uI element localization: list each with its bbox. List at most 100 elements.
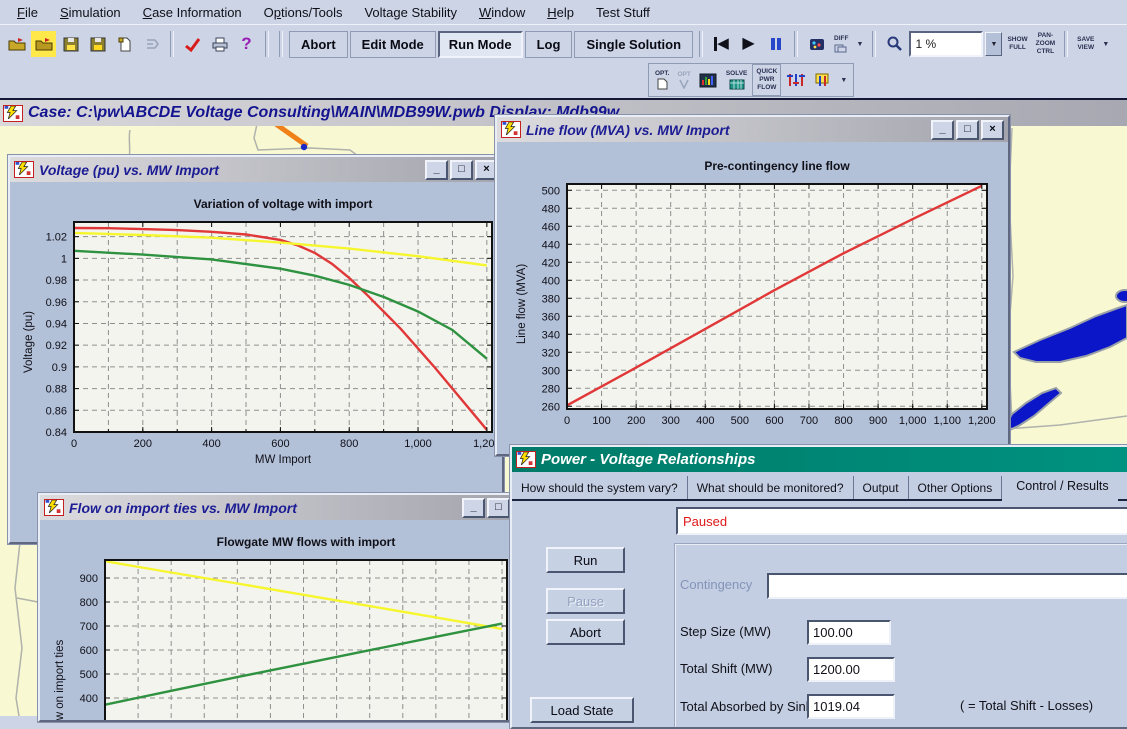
menu-voltage-stability[interactable]: Voltage Stability <box>353 2 468 23</box>
svg-text:200: 200 <box>134 438 152 450</box>
svg-text:500: 500 <box>542 185 560 197</box>
separator <box>170 31 174 57</box>
menu-options-tools[interactable]: Options/Tools <box>253 2 354 23</box>
save-view-button[interactable]: SAVE VIEW <box>1074 30 1097 58</box>
zoom-tool-button[interactable] <box>882 31 907 57</box>
svg-text:0: 0 <box>564 415 570 427</box>
abort-button[interactable]: Abort <box>546 619 625 645</box>
maximize-button[interactable]: □ <box>450 160 473 180</box>
bus-ties-button[interactable] <box>783 67 808 93</box>
menu-window[interactable]: Window <box>468 2 536 23</box>
stats-display-button[interactable] <box>696 67 721 93</box>
voltage-titlebar[interactable]: Voltage (pu) vs. MW Import _ □ × <box>10 157 502 182</box>
tab-what-should-be-monitored-[interactable]: What should be monitored? <box>688 476 854 499</box>
validate-check-button[interactable] <box>180 31 205 57</box>
svg-text:Variation of voltage with impo: Variation of voltage with import <box>194 197 373 211</box>
run-button[interactable]: Run <box>546 547 625 573</box>
lake-small <box>1116 290 1127 302</box>
svg-text:1,200: 1,200 <box>968 415 996 427</box>
run-mode-button[interactable]: Run Mode <box>438 31 523 58</box>
step-size-field[interactable]: 100.00 <box>807 620 891 645</box>
save-case-button[interactable] <box>58 31 83 57</box>
pause-button[interactable]: Pause <box>546 588 625 614</box>
absorbed-note: ( = Total Shift - Losses) <box>960 698 1093 713</box>
tab-how-should-the-system-vary-[interactable]: How should the system vary? <box>512 476 688 499</box>
run-status-text: Paused <box>683 514 727 529</box>
solve-label: SOLVE <box>726 70 748 78</box>
svg-text:400: 400 <box>542 275 560 287</box>
new-oneline-button[interactable] <box>112 31 137 57</box>
show-full-button[interactable]: SHOW FULL <box>1004 30 1030 58</box>
svg-text:200: 200 <box>627 415 645 427</box>
abort-button[interactable]: Abort <box>289 31 348 58</box>
svg-text:1,000: 1,000 <box>404 438 432 450</box>
maximize-button[interactable]: □ <box>487 498 510 518</box>
svg-text:700: 700 <box>800 415 818 427</box>
tab-other-options[interactable]: Other Options <box>909 476 1003 499</box>
zoom-level-combobox[interactable]: 1 % <box>909 31 983 57</box>
maximize-button[interactable]: □ <box>956 120 979 140</box>
log-button[interactable]: Log <box>525 31 573 58</box>
menu-test-stuff[interactable]: Test Stuff <box>585 2 661 23</box>
pv-titlebar[interactable]: Power - Voltage Relationships <box>512 447 1127 472</box>
svg-text:500: 500 <box>80 669 98 681</box>
bus-highlight-button[interactable] <box>810 67 835 93</box>
pause-button[interactable] <box>763 31 788 57</box>
island-dropdown-arrow[interactable]: ▼ <box>837 77 850 84</box>
step-back-button[interactable]: ◀ <box>709 31 734 57</box>
options-alt-button[interactable]: OPT <box>674 66 693 94</box>
open-oneline-button[interactable] <box>31 31 56 57</box>
open-case-button[interactable] <box>4 31 29 57</box>
edit-mode-button[interactable]: Edit Mode <box>350 31 436 58</box>
svg-text:Flowgate MW flows with import: Flowgate MW flows with import <box>217 535 396 549</box>
save-view-dropdown-arrow[interactable]: ▼ <box>1099 41 1112 48</box>
separator <box>794 31 798 57</box>
pv-relationships-window: Power - Voltage Relationships How should… <box>510 445 1127 729</box>
opt-alt-label: OPT <box>677 71 690 79</box>
load-state-button[interactable]: Load State <box>530 697 634 723</box>
menu-help[interactable]: Help <box>536 2 585 23</box>
tab-output[interactable]: Output <box>854 476 909 499</box>
diff-flows-button[interactable]: DIFF <box>831 30 851 58</box>
zoom-level-dropdown-button[interactable]: ▼ <box>985 32 1002 56</box>
pan-zoom-ctrl-button[interactable]: PAN- ZOOM CTRL <box>1033 30 1059 58</box>
minimize-button[interactable]: _ <box>425 160 448 180</box>
play-button[interactable]: ▶ <box>736 31 761 57</box>
save-oneline-button[interactable] <box>85 31 110 57</box>
svg-text:800: 800 <box>834 415 852 427</box>
close-button[interactable]: × <box>981 120 1004 140</box>
quick-power-flow-button[interactable]: QUICK PWR FLOW <box>752 64 781 96</box>
lineflow-titlebar[interactable]: Line flow (MVA) vs. MW Import _ □ × <box>497 117 1008 142</box>
solve-button[interactable]: SOLVE <box>723 66 751 94</box>
svg-text:1,100: 1,100 <box>933 415 961 427</box>
zoom-level-value: 1 % <box>915 37 936 51</box>
diff-dropdown-arrow[interactable]: ▼ <box>854 41 867 48</box>
menu-case-information[interactable]: Case Information <box>132 2 253 23</box>
menu-file[interactable]: File <box>6 2 49 23</box>
svg-text:0.86: 0.86 <box>46 405 67 417</box>
minimize-button[interactable]: _ <box>462 498 485 518</box>
tab-control-results[interactable]: Control / Results <box>1002 474 1117 501</box>
svg-text:0.92: 0.92 <box>46 340 67 352</box>
single-solution-button[interactable]: Single Solution <box>574 31 693 58</box>
total-shift-field[interactable]: 1200.00 <box>807 657 895 682</box>
svg-text:1.02: 1.02 <box>46 232 67 244</box>
minimize-button[interactable]: _ <box>931 120 954 140</box>
contingency-field[interactable] <box>767 573 1127 599</box>
menu-simulation[interactable]: Simulation <box>49 2 132 23</box>
options-button[interactable]: OPT. <box>652 66 672 94</box>
flow-titlebar[interactable]: Flow on import ties vs. MW Import _ □ <box>40 495 514 520</box>
separator <box>699 31 703 57</box>
bus-dot <box>301 144 307 150</box>
help-button[interactable]: ? <box>234 31 259 57</box>
script-run-button[interactable] <box>804 31 829 57</box>
total-absorbed-value: 1019.04 <box>813 699 860 714</box>
print-button[interactable] <box>207 31 232 57</box>
svg-text:700: 700 <box>80 621 98 633</box>
svg-text:320: 320 <box>542 347 560 359</box>
toolbar-main: ? Abort Edit Mode Run Mode Log Single So… <box>0 24 1127 63</box>
voltage-chart: 02004006008001,0001,2000.840.860.880.90.… <box>10 182 498 538</box>
total-absorbed-field[interactable]: 1019.04 <box>807 694 895 719</box>
svg-text:0.9: 0.9 <box>52 362 67 374</box>
script-tool-icon[interactable] <box>139 31 164 57</box>
